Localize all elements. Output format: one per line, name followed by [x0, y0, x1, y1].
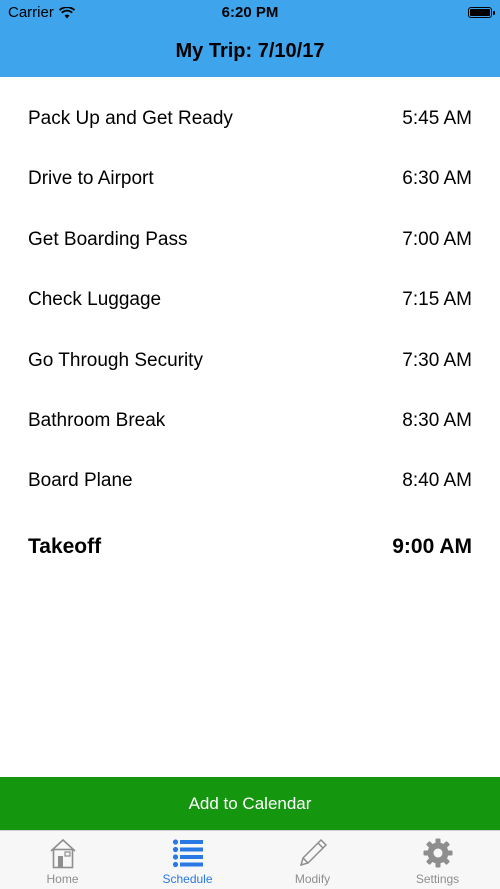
tab-modify[interactable]: Modify	[250, 831, 375, 889]
schedule-list: Pack Up and Get Ready 5:45 AM Drive to A…	[0, 77, 500, 570]
schedule-row[interactable]: Go Through Security 7:30 AM	[0, 319, 500, 379]
battery-icon	[468, 7, 495, 18]
schedule-row[interactable]: Get Boarding Pass 7:00 AM	[0, 198, 500, 258]
step-label: Check Luggage	[28, 289, 162, 311]
pencil-icon	[299, 838, 327, 867]
tab-home[interactable]: Home	[0, 831, 125, 889]
page-title: My Trip: 7/10/17	[175, 40, 325, 62]
tab-settings[interactable]: Settings	[375, 831, 500, 889]
step-label: Drive to Airport	[28, 168, 154, 190]
tab-schedule[interactable]: Schedule	[125, 831, 250, 889]
step-time: 7:30 AM	[402, 349, 472, 371]
step-time: 8:30 AM	[402, 409, 472, 431]
schedule-row[interactable]: Board Plane 8:40 AM	[0, 439, 500, 499]
step-label: Pack Up and Get Ready	[28, 108, 233, 129]
step-time: 6:30 AM	[402, 168, 472, 190]
takeoff-label: Takeoff	[28, 534, 102, 558]
nav-header: Carrier 6:20 PM My Trip: 7/10/17	[0, 0, 500, 77]
step-time: 7:15 AM	[402, 289, 472, 311]
step-label: Board Plane	[28, 470, 133, 492]
step-time: 7:00 AM	[402, 228, 472, 250]
add-to-calendar-button[interactable]: Add to Calendar	[0, 777, 500, 830]
step-label: Bathroom Break	[28, 409, 166, 431]
battery-level	[470, 9, 490, 16]
takeoff-time: 9:00 AM	[392, 534, 472, 558]
step-time: 5:45 AM	[402, 108, 472, 129]
takeoff-row[interactable]: Takeoff 9:00 AM	[0, 510, 500, 570]
step-time: 8:40 AM	[402, 470, 472, 492]
status-time: 6:20 PM	[221, 4, 279, 21]
tab-label-modify: Modify	[294, 872, 331, 886]
step-label: Get Boarding Pass	[28, 228, 188, 250]
schedule-row[interactable]: Check Luggage 7:15 AM	[0, 258, 500, 318]
list-icon	[172, 839, 203, 868]
status-bar: Carrier 6:20 PM	[0, 0, 500, 26]
schedule-row[interactable]: Drive to Airport 6:30 AM	[0, 137, 500, 197]
gear-icon	[423, 838, 452, 868]
tab-bar: Home Schedule Modify Settings	[0, 830, 500, 889]
step-label: Go Through Security	[28, 349, 203, 371]
tab-label-home: Home	[46, 872, 79, 886]
home-icon	[49, 838, 76, 869]
schedule-row[interactable]: Pack Up and Get Ready 5:45 AM	[0, 77, 500, 137]
schedule-row[interactable]: Bathroom Break 8:30 AM	[0, 379, 500, 439]
tab-label-settings: Settings	[415, 872, 460, 886]
tab-label-schedule: Schedule	[162, 872, 213, 886]
